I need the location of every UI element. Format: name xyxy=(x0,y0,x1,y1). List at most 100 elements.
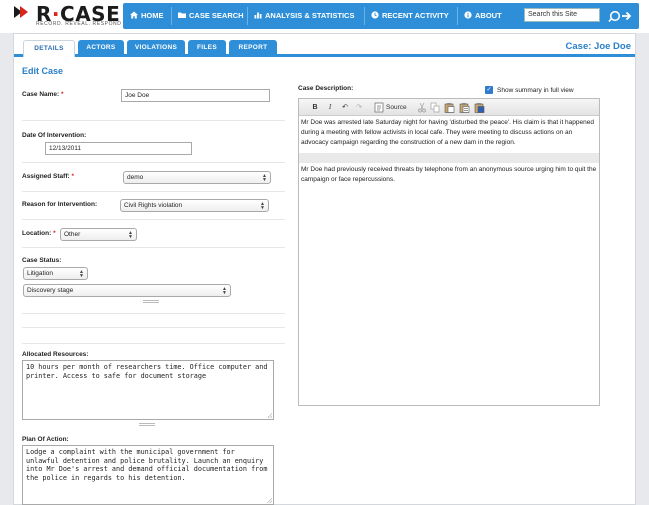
tab-actors[interactable]: ACTORS xyxy=(78,40,124,55)
resources-text: 10 hours per month of researchers time. … xyxy=(26,363,268,380)
case-name-input[interactable]: Joe Doe xyxy=(121,89,270,102)
plan-text: Lodge a complaint with the municipal gov… xyxy=(26,448,268,482)
divider xyxy=(22,327,285,328)
case-name-label-text: Case Name: xyxy=(22,91,60,98)
nav-about-label: ABOUT xyxy=(475,11,502,20)
logo-tagline: RECORD. REVEAL. RESPOND xyxy=(36,21,122,27)
site-header: R·CASE RECORD. REVEAL. RESPOND HOME CASE… xyxy=(0,0,649,33)
editor-toolbar: B I ↶ ↷ Source xyxy=(299,99,599,116)
stage-select[interactable]: Discovery stage ▲ ▼ xyxy=(23,284,231,297)
page-title: Edit Case xyxy=(22,66,64,76)
resize-corner-icon[interactable] xyxy=(267,498,272,503)
divider xyxy=(22,191,285,192)
info-icon xyxy=(464,11,472,19)
divider xyxy=(22,219,285,220)
resources-label: Allocated Resources: xyxy=(22,351,89,358)
cut-icon[interactable] xyxy=(417,102,427,113)
plan-textarea[interactable]: Lodge a complaint with the municipal gov… xyxy=(22,445,274,505)
clock-icon xyxy=(371,11,379,19)
tab-violations[interactable]: VIOLATIONS xyxy=(127,40,185,55)
case-panel: DETAILS ACTORS VIOLATIONS FILES REPORT C… xyxy=(13,33,636,505)
description-paragraph: Mr Doe was arrested late Saturday night … xyxy=(301,119,594,146)
nav-separator xyxy=(247,7,248,25)
nav-separator xyxy=(364,7,365,25)
tab-details[interactable]: DETAILS xyxy=(23,40,75,57)
description-paragraph: Mr Doe had previously received threats b… xyxy=(301,166,597,183)
redo-button[interactable]: ↷ xyxy=(355,102,363,113)
location-label: Location: * xyxy=(22,230,56,237)
reason-select-value: Civil Rights violation xyxy=(124,202,183,209)
resize-corner-icon[interactable] xyxy=(267,413,272,418)
resources-textarea[interactable]: 10 hours per month of researchers time. … xyxy=(22,360,274,420)
search-arrow-icon[interactable] xyxy=(608,7,634,25)
case-name-label: Case Name: * xyxy=(22,91,64,98)
summary-label: Show summary in full view xyxy=(497,87,574,94)
divider xyxy=(22,162,285,163)
resize-grip[interactable] xyxy=(143,300,159,303)
nav-analysis-label: ANALYSIS & STATISTICS xyxy=(265,11,355,20)
status-label: Case Status: xyxy=(22,257,62,264)
paste-text-icon[interactable] xyxy=(459,102,470,113)
updown-arrow-icon: ▲ ▼ xyxy=(262,173,267,183)
resize-grip[interactable] xyxy=(139,423,155,426)
location-select[interactable]: Other ▲ ▼ xyxy=(60,228,137,241)
status-select[interactable]: Litigation ▲ ▼ xyxy=(23,267,88,280)
updown-arrow-icon: ▲ ▼ xyxy=(128,230,133,240)
nav-recent-activity-label: RECENT ACTIVITY xyxy=(382,11,449,20)
staff-label: Assigned Staff: * xyxy=(22,173,74,180)
summary-checkbox[interactable]: ✓ xyxy=(485,86,493,94)
reason-label: Reason for Intervention: xyxy=(22,201,98,208)
nav-separator xyxy=(171,7,172,25)
updown-arrow-icon: ▲ ▼ xyxy=(260,201,265,211)
updown-arrow-icon: ▲ ▼ xyxy=(222,286,227,296)
staff-select-value: demo xyxy=(127,174,144,181)
paragraph-separator xyxy=(299,153,599,163)
location-label-text: Location: xyxy=(22,230,52,237)
folder-icon xyxy=(178,12,186,18)
staff-select[interactable]: demo ▲ ▼ xyxy=(123,171,271,184)
status-select-value: Litigation xyxy=(27,270,54,277)
case-title: Case: Joe Doe xyxy=(565,41,631,52)
date-label: Date Of Intervention: xyxy=(22,132,87,139)
undo-button[interactable]: ↶ xyxy=(341,102,349,113)
main-nav: HOME CASE SEARCH ANALYSIS & STATISTICS R… xyxy=(123,3,639,29)
italic-button[interactable]: I xyxy=(326,102,334,113)
bold-button[interactable]: B xyxy=(311,102,319,113)
copy-icon[interactable] xyxy=(430,102,440,113)
stage-select-value: Discovery stage xyxy=(27,287,74,294)
paste-icon[interactable] xyxy=(444,102,455,113)
tab-files[interactable]: FILES xyxy=(188,40,226,55)
divider xyxy=(22,313,285,314)
chart-icon xyxy=(254,12,262,19)
reason-select[interactable]: Civil Rights violation ▲ ▼ xyxy=(120,199,269,212)
divider xyxy=(22,247,285,248)
source-icon xyxy=(374,102,384,113)
tab-bar: DETAILS ACTORS VIOLATIONS FILES REPORT C… xyxy=(14,34,635,57)
staff-label-text: Assigned Staff: xyxy=(22,173,70,180)
date-input[interactable]: 12/13/2011 xyxy=(45,142,192,155)
description-label: Case Description: xyxy=(298,85,354,92)
required-marker: * xyxy=(71,173,75,180)
nav-separator xyxy=(457,7,458,25)
divider xyxy=(22,343,285,344)
nav-analysis[interactable]: ANALYSIS & STATISTICS xyxy=(254,3,354,29)
nav-home-label: HOME xyxy=(141,11,164,20)
required-marker: * xyxy=(61,91,64,98)
required-marker: * xyxy=(53,230,56,237)
updown-arrow-icon: ▲ ▼ xyxy=(79,269,84,279)
location-select-value: Other xyxy=(64,231,81,238)
nav-about[interactable]: ABOUT xyxy=(464,3,502,29)
nav-case-search-label: CASE SEARCH xyxy=(189,11,244,20)
source-button[interactable]: Source xyxy=(386,102,407,113)
nav-case-search[interactable]: CASE SEARCH xyxy=(178,3,244,29)
tab-report[interactable]: REPORT xyxy=(229,40,277,55)
nav-recent-activity[interactable]: RECENT ACTIVITY xyxy=(371,3,449,29)
plan-label: Plan Of Action: xyxy=(22,436,69,443)
divider xyxy=(22,120,285,121)
search-input[interactable]: Search this Site xyxy=(524,8,600,22)
logo-mark-icon xyxy=(14,6,28,18)
home-icon xyxy=(130,11,138,19)
rich-text-editor[interactable]: B I ↶ ↷ Source Mr Doe was arrested late … xyxy=(298,98,600,406)
nav-home[interactable]: HOME xyxy=(130,3,164,29)
paste-word-icon[interactable] xyxy=(474,102,485,113)
